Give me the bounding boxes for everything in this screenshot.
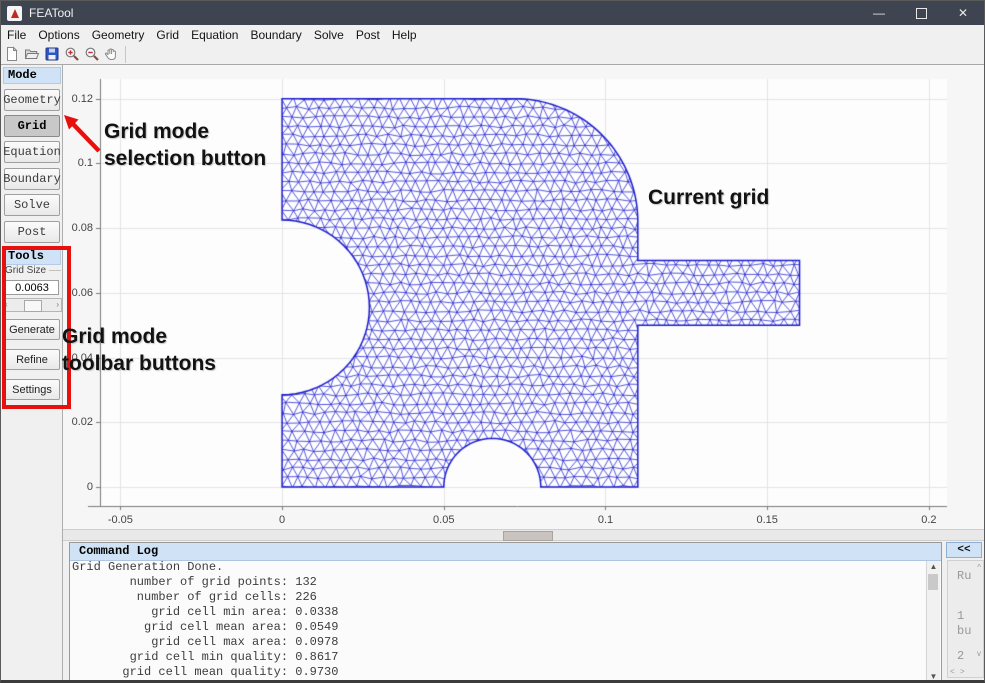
scroll-up-icon[interactable]: ▲ (927, 562, 940, 571)
menu-equation[interactable]: Equation (185, 28, 244, 42)
sidebar-button-solve[interactable]: Solve (4, 194, 60, 216)
log-line: grid cell mean quality: 0.9730 (70, 665, 941, 680)
log-line: number of grid cells: 226 (70, 590, 941, 605)
grid-size-slider[interactable]: ‹ › (2, 298, 62, 312)
y-axis-tick-label: 0.04 (72, 352, 93, 364)
menu-help[interactable]: Help (386, 28, 423, 42)
y-axis-tick-label: 0.02 (72, 416, 93, 428)
x-axis-tick-label: 0.05 (433, 514, 454, 526)
log-line: grid cell min quality: 0.8617 (70, 650, 941, 665)
menu-boundary[interactable]: Boundary (244, 28, 307, 42)
mode-panel-header: Mode (3, 67, 61, 84)
sidebar-button-equation[interactable]: Equation (4, 141, 60, 163)
menu-post[interactable]: Post (350, 28, 386, 42)
x-axis-tick-label: 0.1 (598, 514, 613, 526)
command-log-header: Command Log (70, 543, 941, 561)
grid-size-label: Grid Size (5, 265, 49, 276)
x-axis-tick-label: 0.15 (756, 514, 777, 526)
slider-left-arrow-icon[interactable]: ‹ (5, 300, 8, 310)
side-panel-fragment: 1 (957, 609, 964, 623)
mode-sidebar: Mode Geometry Grid Equation Boundary Sol… (1, 65, 63, 683)
app-icon (7, 6, 22, 21)
y-axis-tick-label: 0.06 (72, 287, 93, 299)
menu-file[interactable]: File (1, 28, 32, 42)
settings-button[interactable]: Settings (4, 379, 60, 400)
toolbar-separator (125, 46, 126, 63)
main-toolbar (1, 44, 984, 65)
log-scrollbar-thumb[interactable] (928, 574, 938, 590)
side-panel-fragment: bu (957, 624, 971, 638)
new-icon[interactable] (3, 45, 21, 63)
featool-logo-icon (11, 9, 19, 18)
side-panel-fragment: Ru (957, 569, 971, 583)
command-log-section: Command Log Grid Generation Done. number… (63, 541, 985, 683)
main-area: -0.05 0 0.05 0.1 0.15 0.2 0 0.02 0.04 0.06 0.08 0.1… (63, 65, 985, 683)
open-icon[interactable] (23, 45, 41, 63)
log-collapse-button[interactable]: << (946, 542, 982, 558)
zoom-in-icon[interactable] (63, 45, 81, 63)
h-scrollbar-thumb[interactable] (503, 531, 553, 541)
scroll-down-icon[interactable]: ▼ (927, 672, 940, 681)
log-line: grid cell max area: 0.0978 (70, 635, 941, 650)
sidebar-button-geometry[interactable]: Geometry (4, 89, 60, 111)
menu-solve[interactable]: Solve (308, 28, 350, 42)
command-log-panel: Command Log Grid Generation Done. number… (69, 542, 942, 683)
collapsed-side-panel: Ru 1 bu 2 ^ v < > (947, 560, 984, 678)
menu-bar: File Options Geometry Grid Equation Boun… (1, 25, 984, 45)
generate-button[interactable]: Generate (4, 319, 60, 340)
save-icon[interactable] (43, 45, 61, 63)
y-axis-tick-label: 0.12 (72, 93, 93, 105)
x-axis-tick-label: -0.05 (108, 514, 133, 526)
grid-mesh-canvas (63, 65, 985, 529)
maximize-icon (916, 8, 927, 19)
x-axis-tick-label: 0 (279, 514, 285, 526)
grid-size-input[interactable] (5, 280, 59, 295)
tools-panel-header: Tools (3, 248, 61, 265)
slider-thumb[interactable] (24, 300, 42, 312)
minimize-button[interactable]: — (858, 1, 900, 25)
y-axis-tick-label: 0.08 (72, 222, 93, 234)
plot-horizontal-scrollbar[interactable] (63, 529, 985, 541)
y-axis-tick-label: 0.1 (78, 157, 93, 169)
sidebar-button-grid[interactable]: Grid (4, 115, 60, 137)
slider-right-arrow-icon[interactable]: › (56, 300, 59, 310)
window-controls: — ✕ (858, 1, 984, 25)
grid-plot-area: -0.05 0 0.05 0.1 0.15 0.2 0 0.02 0.04 0.06 0.08 0.1… (63, 65, 985, 529)
window-title: FEATool (29, 6, 73, 20)
mini-scroll-right-icon[interactable]: > (960, 667, 965, 676)
zoom-out-icon[interactable] (83, 45, 101, 63)
featool-window: FEATool — ✕ File Options Geometry Grid E… (0, 0, 985, 683)
mini-scroll-left-icon[interactable]: < (950, 667, 955, 676)
side-panel-fragment: 2 (957, 649, 964, 663)
log-vertical-scrollbar[interactable]: ▲ ▼ (926, 561, 940, 682)
close-button[interactable]: ✕ (942, 1, 984, 25)
menu-geometry[interactable]: Geometry (86, 28, 151, 42)
refine-button[interactable]: Refine (4, 349, 60, 370)
mini-scroll-up-icon[interactable]: ^ (977, 563, 981, 572)
menu-options[interactable]: Options (32, 28, 85, 42)
menu-grid[interactable]: Grid (150, 28, 185, 42)
maximize-button[interactable] (900, 1, 942, 25)
log-line: number of grid points: 132 (70, 575, 941, 590)
command-log-body: Grid Generation Done. number of grid poi… (70, 560, 941, 683)
log-line: grid cell min area: 0.0338 (70, 605, 941, 620)
sidebar-button-boundary[interactable]: Boundary (4, 168, 60, 190)
x-axis-tick-label: 0.2 (921, 514, 936, 526)
sidebar-button-post[interactable]: Post (4, 221, 60, 243)
title-bar: FEATool — ✕ (1, 1, 984, 25)
y-axis-tick-label: 0 (87, 481, 93, 493)
log-line: Grid Generation Done. (70, 560, 941, 575)
mini-scroll-down-icon[interactable]: v (977, 649, 981, 658)
pan-icon[interactable] (103, 45, 121, 63)
log-line: grid cell mean area: 0.0549 (70, 620, 941, 635)
